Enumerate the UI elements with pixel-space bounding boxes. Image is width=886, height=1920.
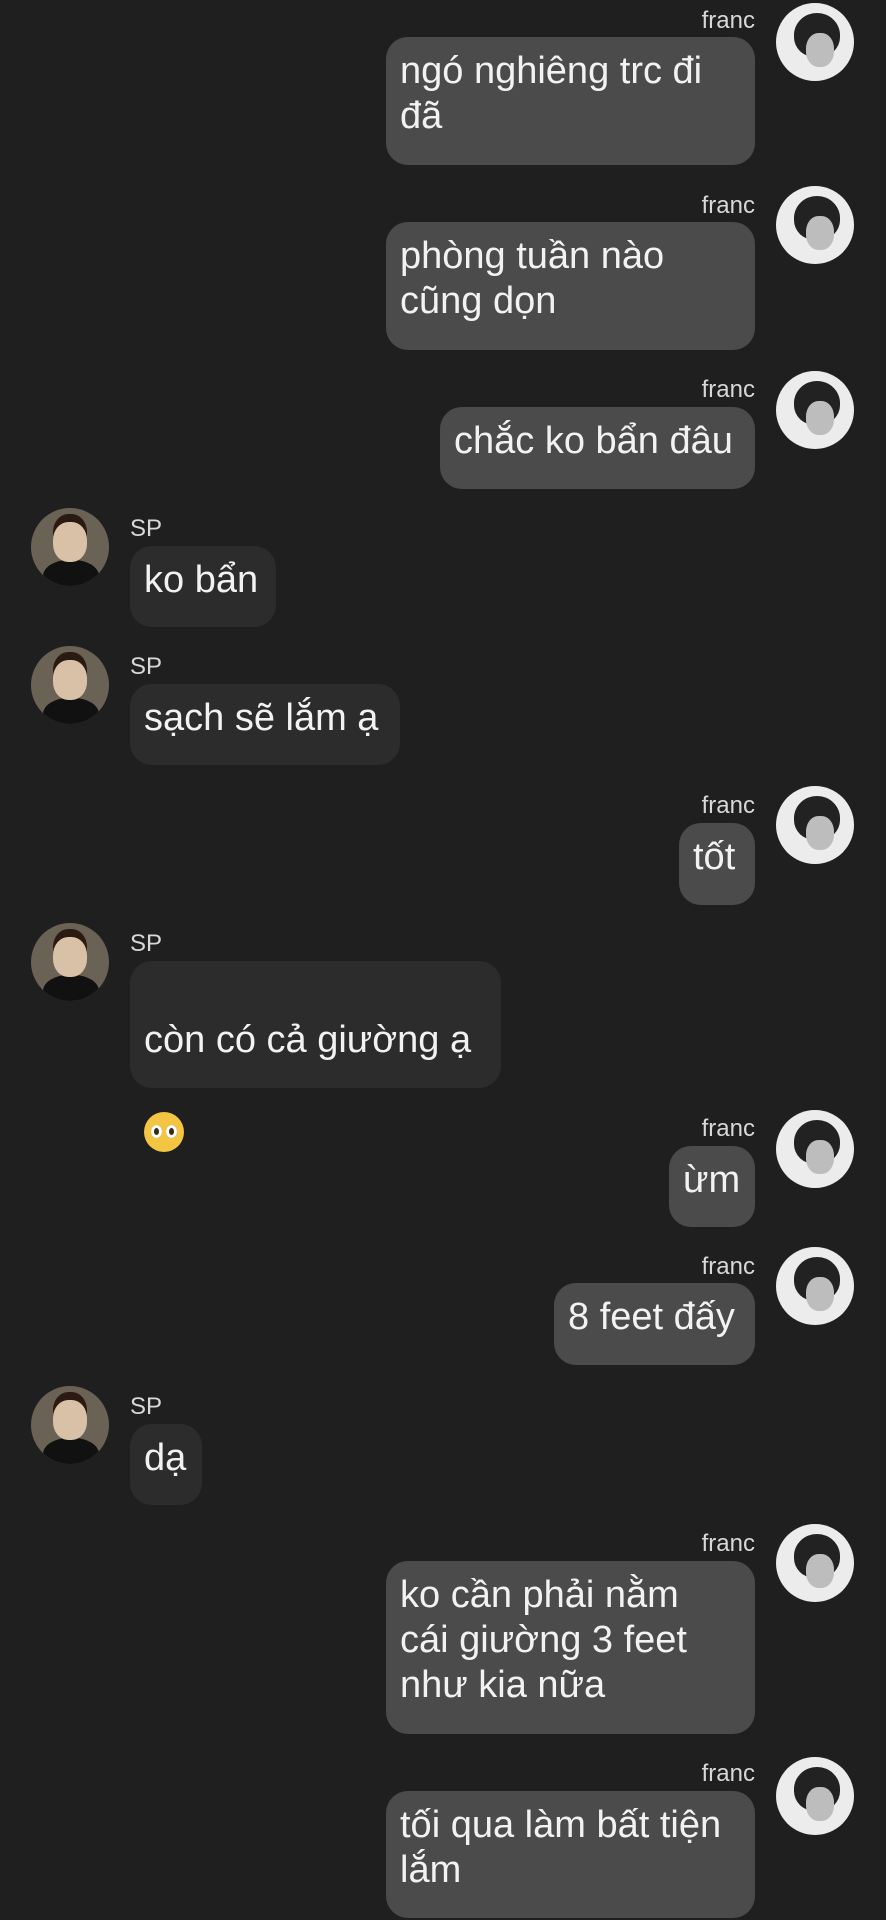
avatar[interactable] [31, 508, 109, 586]
message-bubble[interactable]: tối qua làm bất tiện lắm [386, 1791, 755, 1918]
sender-name: franc [701, 792, 755, 819]
sender-name: franc [701, 1115, 755, 1142]
message-bubble[interactable]: còn có cả giường ạ [130, 961, 501, 1152]
sender-name: SP [130, 930, 163, 957]
avatar[interactable] [31, 923, 109, 1001]
sender-name: franc [701, 7, 755, 34]
message-bubble[interactable]: ko bẩn [130, 546, 276, 627]
message-bubble[interactable]: sạch sẽ lắm ạ [130, 684, 400, 765]
sender-name: SP [130, 653, 163, 680]
avatar[interactable] [776, 786, 854, 864]
sender-name: SP [130, 1393, 163, 1420]
message-bubble[interactable]: ko cần phải nằm cái giường 3 feet như ki… [386, 1561, 755, 1734]
avatar[interactable] [776, 1110, 854, 1188]
avatar[interactable] [776, 3, 854, 81]
avatar[interactable] [31, 646, 109, 724]
message-bubble[interactable]: ừm [669, 1146, 755, 1227]
message-bubble[interactable]: phòng tuần nào cũng dọn [386, 222, 755, 350]
message-bubble[interactable]: tốt [679, 823, 755, 905]
avatar[interactable] [776, 186, 854, 264]
avatar[interactable] [776, 371, 854, 449]
sender-name: franc [701, 1760, 755, 1787]
message-bubble[interactable]: chắc ko bẩn đâu [440, 407, 755, 489]
message-text: còn có cả giường ạ [144, 1019, 472, 1061]
sender-name: franc [701, 192, 755, 219]
sender-name: franc [701, 1530, 755, 1557]
message-bubble[interactable]: ngó nghiêng trc đi đã [386, 37, 755, 165]
message-bubble[interactable]: 8 feet đấy [554, 1283, 755, 1365]
sender-name: SP [130, 515, 163, 542]
avatar[interactable] [776, 1524, 854, 1602]
message-bubble[interactable]: dạ [130, 1424, 202, 1505]
sender-name: franc [701, 1253, 755, 1280]
sender-name: franc [701, 376, 755, 403]
avatar[interactable] [31, 1386, 109, 1464]
avatar[interactable] [776, 1757, 854, 1835]
avatar[interactable] [776, 1247, 854, 1325]
pleading-face-emoji [144, 1111, 184, 1152]
